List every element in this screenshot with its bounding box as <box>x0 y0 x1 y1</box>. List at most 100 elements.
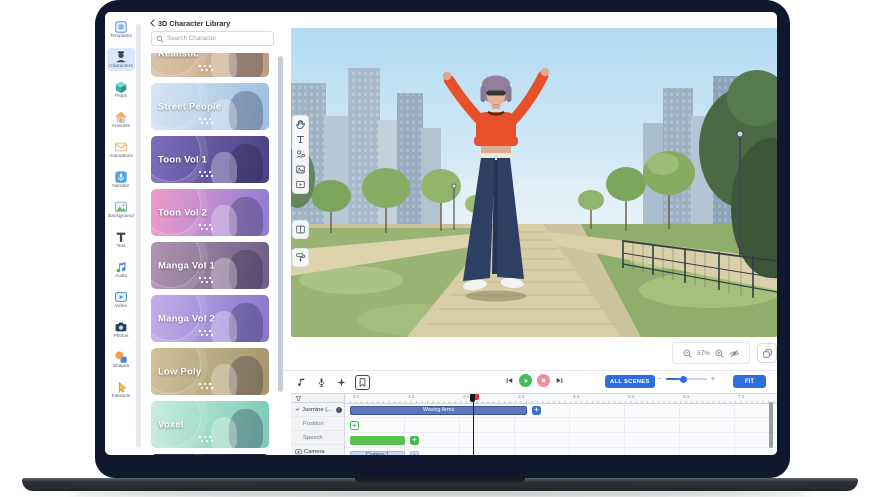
search-icon <box>156 35 164 43</box>
playhead-flag[interactable] <box>475 394 479 400</box>
all-scenes-button[interactable]: ALL SCENES <box>605 375 655 388</box>
park-scene <box>291 28 777 337</box>
ruler-label-4: 4 s <box>573 395 579 400</box>
card-label: Street People <box>158 101 221 112</box>
pan-tool-icon[interactable] <box>295 119 306 130</box>
laptop-notch <box>355 478 525 484</box>
skip-forward-icon[interactable] <box>555 376 564 385</box>
card-sparkles-decoration <box>199 65 201 67</box>
timeline-filter[interactable] <box>291 394 345 403</box>
format-paint-tool-icon[interactable] <box>295 252 306 263</box>
sidebar-item-background[interactable]: Background <box>107 198 135 221</box>
sidebar-item-shapes[interactable]: Shapes <box>107 348 135 371</box>
sidebar-item-audio[interactable]: Audio <box>107 258 135 281</box>
character-card-blank[interactable] <box>151 454 269 455</box>
character-card-list: Realistic Street People Toon Vol 1 Toon … <box>151 53 275 455</box>
layout-split-tool-icon[interactable] <box>295 224 306 235</box>
back-icon[interactable] <box>150 19 155 27</box>
slider-minus[interactable]: − <box>657 375 662 383</box>
slider-track[interactable] <box>666 378 707 380</box>
zoom-in-icon[interactable] <box>714 348 725 359</box>
photos-icon <box>114 320 128 334</box>
transport-toolbar: ALL SCENES − + FIT <box>283 370 777 393</box>
music-icon[interactable] <box>295 376 308 389</box>
stop-button[interactable] <box>537 374 550 387</box>
duplicate-button[interactable] <box>757 343 777 363</box>
viewport-toolbar <box>292 115 309 194</box>
timeline-scrollbar[interactable] <box>769 402 773 448</box>
character-card-toon-vol-2[interactable]: Toon Vol 2 <box>151 189 269 236</box>
animations-icon <box>114 140 128 154</box>
video-tool-icon[interactable] <box>295 179 306 190</box>
sidebar-scrollbar[interactable] <box>136 24 141 448</box>
character-card-realistic[interactable]: Realistic <box>151 53 269 77</box>
ruler-label-2: 2 s <box>463 395 469 400</box>
track-label-position[interactable]: Position <box>291 417 344 431</box>
play-button[interactable] <box>519 374 532 387</box>
text-tool-icon[interactable] <box>295 134 306 145</box>
sidebar-item-interacts[interactable]: Interacts <box>107 378 135 401</box>
sidebar-item-narrator[interactable]: Narrator <box>107 168 135 191</box>
track-label-character[interactable]: Jasmine (... <box>291 403 344 417</box>
panel-scrollbar[interactable] <box>278 56 283 392</box>
sidebar-item-animations[interactable]: Animations <box>107 138 135 161</box>
slider-plus[interactable]: + <box>711 375 716 383</box>
add-animation-button[interactable] <box>532 406 541 415</box>
ruler-label-7: 7 s <box>738 395 744 400</box>
card-sparkles-decoration <box>199 330 201 332</box>
character-card-voxel[interactable]: Voxel <box>151 401 269 448</box>
timeline: 0 s1 s2 s3 s4 s5 s6 s7 s Jasmine (... Po… <box>291 393 777 455</box>
zoom-out-icon[interactable] <box>682 348 693 359</box>
track-avatar-icon[interactable] <box>336 407 342 413</box>
sidebar-item-text[interactable]: Text <box>107 228 135 251</box>
copy-icon <box>762 348 773 359</box>
sidebar-item-video[interactable]: Video <box>107 288 135 311</box>
add-camera-button[interactable] <box>410 451 419 456</box>
fit-button[interactable]: FIT <box>733 375 766 388</box>
hide-ui-icon[interactable] <box>729 348 740 359</box>
sidebar-item-characters[interactable]: Characters <box>107 48 135 71</box>
card-sparkles-decoration <box>199 118 201 120</box>
video-icon <box>114 290 128 304</box>
panel-title: 3D Character Library <box>158 19 230 28</box>
scene-canvas[interactable] <box>291 28 777 337</box>
card-label: Realistic <box>158 53 199 59</box>
slider-knob[interactable] <box>680 376 687 383</box>
sidebar-item-props[interactable]: Props <box>107 78 135 101</box>
mic-icon[interactable] <box>315 376 328 389</box>
card-label: Toon Vol 1 <box>158 154 207 165</box>
search-input[interactable]: Search Character <box>151 31 274 46</box>
panel-header: 3D Character Library <box>150 17 280 29</box>
camera-icon <box>295 448 302 455</box>
laptop-screen: Templates Characters Props Artworks Anim… <box>95 0 790 478</box>
character-card-low-poly[interactable]: Low Poly <box>151 348 269 395</box>
track-label-camera[interactable]: Camera <box>291 445 344 455</box>
add-speech-button[interactable] <box>410 436 419 445</box>
templates-icon <box>114 20 128 34</box>
character-card-toon-vol-1[interactable]: Toon Vol 1 <box>151 136 269 183</box>
track-row-camera: Camera 1 <box>345 448 777 455</box>
clip-waving-arms[interactable]: Waving Arms <box>350 406 527 415</box>
viewport-toolbar-layout <box>292 220 309 239</box>
add-position-button[interactable] <box>350 421 359 430</box>
sidebar-item-artworks[interactable]: Artworks <box>107 108 135 131</box>
skip-back-icon[interactable] <box>505 376 514 385</box>
effects-icon[interactable] <box>335 376 348 389</box>
props-icon <box>114 80 128 94</box>
bookmark-icon[interactable] <box>355 375 370 390</box>
sidebar-item-templates[interactable]: Templates <box>107 18 135 41</box>
character-card-street-people[interactable]: Street People <box>151 83 269 130</box>
clip-camera-1[interactable]: Camera 1 <box>350 451 405 456</box>
character-card-manga-vol-1[interactable]: Manga Vol 1 <box>151 242 269 289</box>
character-tool-icon[interactable] <box>295 149 306 160</box>
playback-controls <box>505 374 564 387</box>
character-card-manga-vol-2[interactable]: Manga Vol 2 <box>151 295 269 342</box>
track-label-speech[interactable]: Speech <box>291 431 344 445</box>
image-tool-icon[interactable] <box>295 164 306 175</box>
sidebar-item-photos[interactable]: Photos <box>107 318 135 341</box>
ruler-label-0: 0 s <box>353 395 359 400</box>
card-label: Low Poly <box>158 366 201 377</box>
search-placeholder: Search Character <box>167 35 216 42</box>
clip-speech[interactable] <box>350 436 405 445</box>
card-sparkles-decoration <box>199 436 201 438</box>
